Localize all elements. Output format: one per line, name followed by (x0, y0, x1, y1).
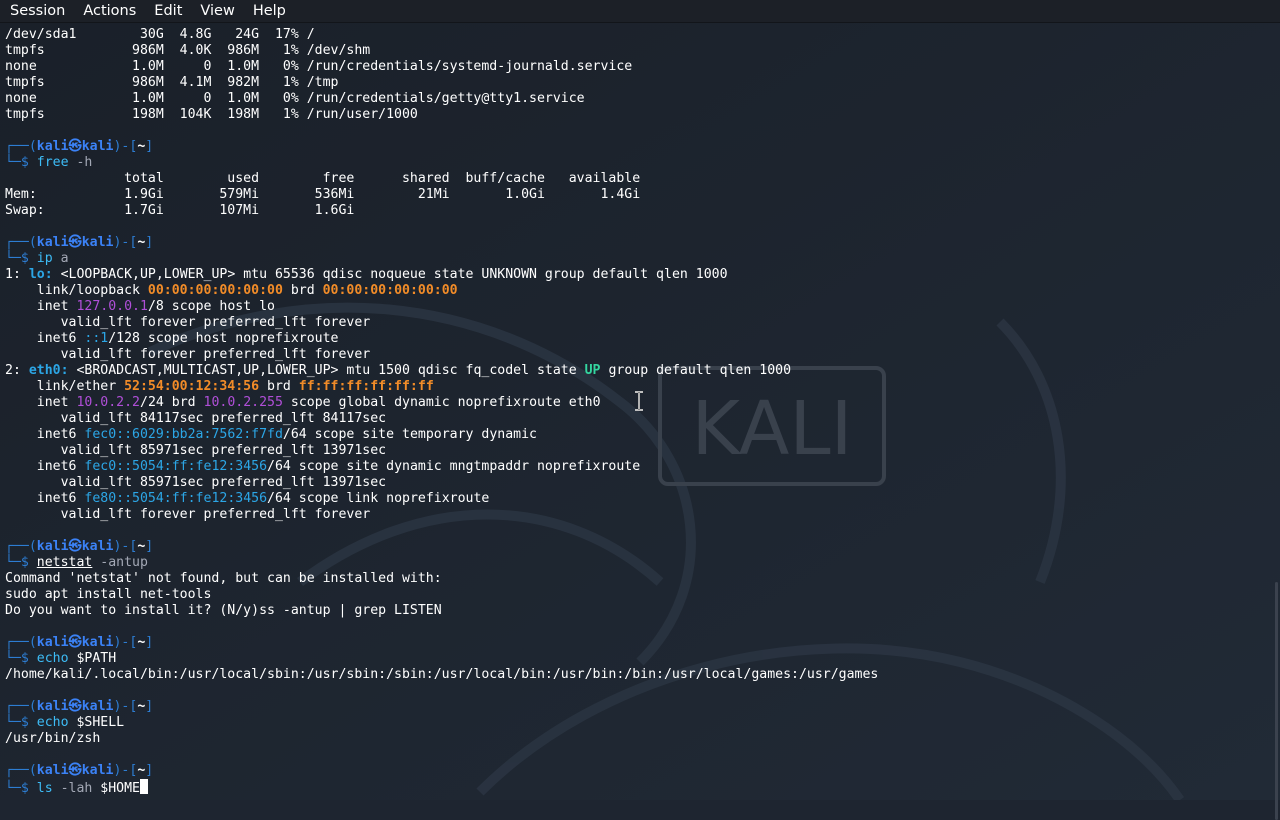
output-line: valid_lft forever preferred_lft forever (5, 507, 371, 522)
output-line: tmpfs 198M 104K 198M 1% /run/user/1000 (5, 107, 418, 122)
terminal-output[interactable]: /dev/sda1 30G 4.8G 24G 17% / tmpfs 986M … (5, 27, 1267, 800)
command-line: └─$ echo $PATH (5, 651, 117, 666)
output-line: none 1.0M 0 1.0M 0% /run/credentials/sys… (5, 59, 633, 74)
output-line: sudo apt install net-tools (5, 587, 212, 602)
command-line: └─$ echo $SHELL (5, 715, 125, 730)
prompt-header: ┌──(kali㉿kali)-[~] (5, 635, 154, 650)
output-line: Command 'netstat' not found, but can be … (5, 571, 442, 586)
i-beam-cursor-icon (635, 391, 643, 411)
menu-actions[interactable]: Actions (74, 0, 145, 22)
command-line: └─$ ip a (5, 251, 69, 266)
output-line: valid_lft 85971sec preferred_lft 13971se… (5, 475, 387, 490)
output-line: valid_lft 84117sec preferred_lft 84117se… (5, 411, 387, 426)
menu-bar: Session Actions Edit View Help (0, 0, 1280, 23)
output-line: valid_lft forever preferred_lft forever (5, 315, 371, 330)
command-line: └─$ free -h (5, 155, 93, 170)
output-line: /home/kali/.local/bin:/usr/local/sbin:/u… (5, 667, 879, 682)
terminal-scrollbar[interactable] (1270, 22, 1280, 820)
output-line: /usr/bin/zsh (5, 731, 101, 746)
command-line: └─$ netstat -antup (5, 555, 148, 570)
menu-help[interactable]: Help (244, 0, 295, 22)
output-line: inet6 ::1/128 scope host noprefixroute (5, 331, 339, 346)
output-line: link/loopback 00:00:00:00:00:00 brd 00:0… (5, 283, 458, 298)
output-line: none 1.0M 0 1.0M 0% /run/credentials/get… (5, 91, 585, 106)
prompt-header: ┌──(kali㉿kali)-[~] (5, 763, 154, 778)
menu-session[interactable]: Session (0, 0, 74, 22)
output-line: valid_lft forever preferred_lft forever (5, 347, 371, 362)
current-command-input[interactable]: └─$ ls -lah $HOME (5, 779, 1267, 796)
output-line: inet6 fec0::6029:bb2a:7562:f7fd/64 scope… (5, 427, 537, 442)
prompt-header: ┌──(kali㉿kali)-[~] (5, 539, 154, 554)
output-line: inet6 fec0::5054:ff:fe12:3456/64 scope s… (5, 459, 641, 474)
prompt-header: ┌──(kali㉿kali)-[~] (5, 699, 154, 714)
output-line: total used free shared buff/cache availa… (5, 171, 641, 186)
output-line: tmpfs 986M 4.1M 982M 1% /tmp (5, 75, 339, 90)
menu-edit[interactable]: Edit (145, 0, 191, 22)
output-line: tmpfs 986M 4.0K 986M 1% /dev/shm (5, 43, 371, 58)
output-line: valid_lft 85971sec preferred_lft 13971se… (5, 443, 387, 458)
output-line: 2: eth0: <BROADCAST,MULTICAST,UP,LOWER_U… (5, 363, 792, 378)
output-line: inet 127.0.0.1/8 scope host lo (5, 299, 275, 314)
prompt-header: ┌──(kali㉿kali)-[~] (5, 139, 154, 154)
output-line: inet6 fe80::5054:ff:fe12:3456/64 scope l… (5, 491, 490, 506)
menu-view[interactable]: View (191, 0, 243, 22)
output-line: Do you want to install it? (N/y)ss -antu… (5, 603, 442, 618)
output-line: /dev/sda1 30G 4.8G 24G 17% / (5, 27, 315, 42)
output-line: Mem: 1.9Gi 579Mi 536Mi 21Mi 1.0Gi 1.4Gi (5, 187, 641, 202)
output-line: 1: lo: <LOOPBACK,UP,LOWER_UP> mtu 65536 … (5, 267, 728, 282)
block-cursor-icon (140, 779, 148, 794)
prompt-header: ┌──(kali㉿kali)-[~] (5, 235, 154, 250)
scrollbar-thumb[interactable] (1275, 582, 1278, 820)
output-line: Swap: 1.7Gi 107Mi 1.6Gi (5, 203, 355, 218)
